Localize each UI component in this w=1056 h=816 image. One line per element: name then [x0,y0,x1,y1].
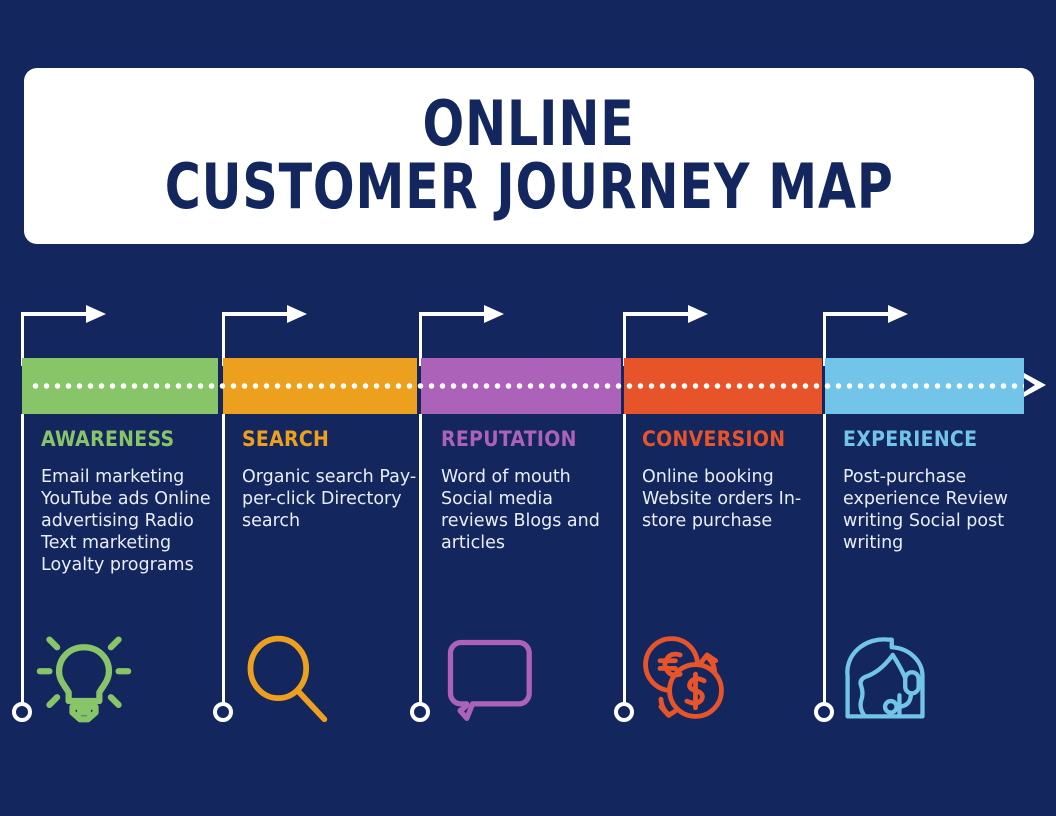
rail-node-2 [213,702,233,722]
speech-bubble-icon [438,630,534,726]
title-card: ONLINE CUSTOMER JOURNEY MAP [24,68,1034,244]
magnifier-icon [238,630,334,726]
stage-body-reputation: Word of mouth Social media reviews Blogs… [441,467,600,553]
journey-dotted-line [30,382,1026,390]
rail-horizontal-2 [223,312,289,316]
stage-body-conversion: Online booking Website orders In-store p… [642,467,802,531]
rail-node-5 [814,702,834,722]
headset-agent-icon [838,630,934,726]
stage-label-conversion: CONVERSION [642,427,786,451]
rail-horizontal-3 [420,312,486,316]
journey-end-arrow-notch [1024,378,1035,392]
stage-label-awareness: AWARENESS [41,427,175,451]
rail-stem-bottom-4 [623,414,626,706]
rail-stem-bottom-5 [823,414,826,706]
rail-horizontal-5 [824,312,890,316]
rail-horizontal-4 [624,312,690,316]
stage-body-search: Organic search Pay-per-click Directory s… [242,467,417,531]
stage-body-experience: Post-purchase experience Review writing … [843,467,1008,553]
title-line-1: ONLINE [422,87,636,161]
currency-exchange-icon [636,630,732,726]
rail-stem-bottom-3 [419,414,422,706]
rail-horizontal-1 [22,312,88,316]
stage-label-experience: EXPERIENCE [843,427,978,451]
rail-node-1 [12,702,32,722]
rail-stem-bottom-1 [21,414,24,706]
infographic-canvas: ONLINE CUSTOMER JOURNEY MAP AWARENESS SE… [0,0,1056,816]
rail-node-3 [410,702,430,722]
stage-label-search: SEARCH [242,427,330,451]
stage-label-reputation: REPUTATION [441,427,577,451]
lightbulb-icon [36,630,132,726]
stage-body-awareness: Email marketing YouTube ads Online adver… [41,467,211,575]
rail-node-4 [614,702,634,722]
title-line-2: CUSTOMER JOURNEY MAP [164,150,894,223]
